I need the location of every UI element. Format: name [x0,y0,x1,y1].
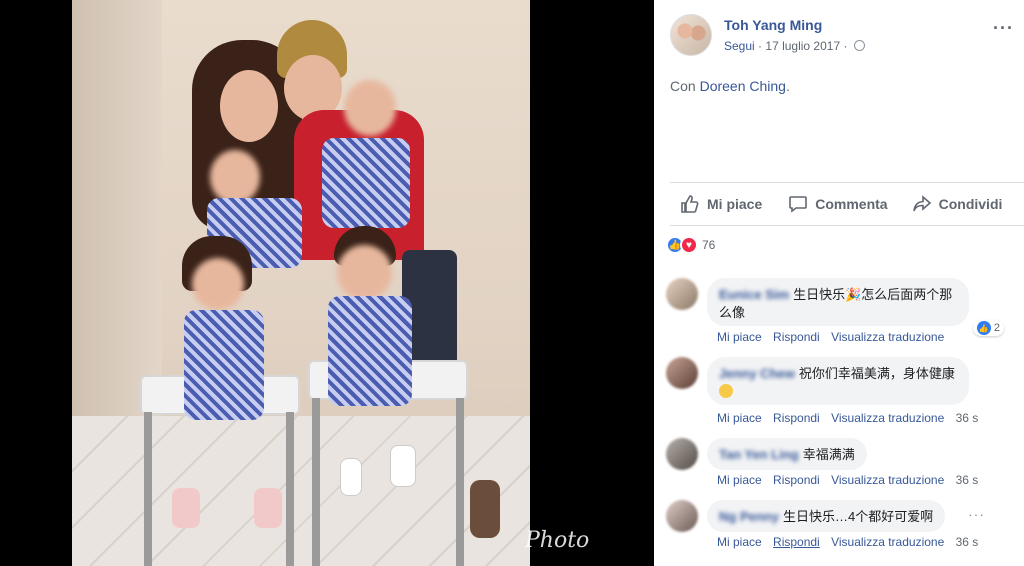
comment-like-link[interactable]: Mi piace [717,411,762,425]
post-photo[interactable] [72,0,530,566]
tagged-person-link[interactable]: Doreen Ching [700,78,786,94]
commenter-avatar[interactable] [666,278,698,310]
comment-item: Ng Penny 生日快乐…4个都好可爱啊 ··· Mi piace Rispon… [666,500,1016,560]
photo-watermark: Photo [525,528,590,553]
globe-icon [853,40,865,51]
comment-actions: Mi piace Rispondi Visualizza traduzione … [717,535,986,549]
comment-reply-link[interactable]: Rispondi [773,411,820,425]
comment-translate-link[interactable]: Visualizza traduzione [831,411,944,425]
comment-text: 祝你们幸福美满，身体健康 [798,366,955,381]
author-avatar[interactable] [670,14,712,56]
commenter-name[interactable]: Eunice Sim [719,287,789,302]
comment-item: Jenny Chew 祝你们幸福美满，身体健康 Mi piace Rispondi… [666,357,1016,429]
comment-label: Commenta [815,196,888,212]
comment-bubble: Tan Yen Ling 幸福满满 [707,438,867,470]
post-action-bar: Mi piace Commenta Condividi [670,182,1024,226]
caption-prefix: Con [670,78,696,94]
comment-button[interactable]: Commenta [788,194,888,214]
comment-bubble: Ng Penny 生日快乐…4个都好可爱啊 [707,500,946,532]
comment-like-link[interactable]: Mi piace [717,330,762,344]
commenter-avatar[interactable] [666,500,698,532]
comment-reply-link[interactable]: Rispondi [773,473,820,487]
commenter-avatar[interactable] [666,357,698,389]
comment-actions: Mi piace Rispondi Visualizza traduzione … [717,473,986,487]
comment-options-icon[interactable]: ··· [968,506,985,522]
post-date[interactable]: 17 luglio 2017 [765,39,840,53]
photo-viewer: Photo [0,0,654,566]
thumbs-up-icon [681,195,699,213]
commenter-name[interactable]: Jenny Chew [719,366,795,381]
post-meta: Segui · 17 luglio 2017 · [724,39,865,53]
post-header: Toh Yang Ming Segui · 17 luglio 2017 · ·… [670,12,1014,58]
comment-reply-link[interactable]: Rispondi [773,535,820,549]
commenter-name[interactable]: Tan Yen Ling [719,447,799,462]
comment-reply-link[interactable]: Rispondi [773,330,820,344]
comment-translate-link[interactable]: Visualizza traduzione [831,473,944,487]
reaction-summary[interactable]: 👍 ♥ 76 [666,236,715,254]
post-caption: Con Doreen Ching. [670,78,790,94]
comment-translate-link[interactable]: Visualizza traduzione [831,330,944,344]
comment-timestamp[interactable]: 36 s [956,535,979,549]
comment-bubble: Jenny Chew 祝你们幸福美满，身体健康 [707,357,969,405]
comment-item: Eunice Sim 生日快乐🎉怎么后面两个那么像 👍 2 Mi piace Ri… [666,278,1016,348]
comment-icon [789,196,808,213]
like-label: Mi piace [707,196,763,212]
author-name[interactable]: Toh Yang Ming [724,17,822,33]
comment-like-count: 2 [993,322,1000,334]
share-button[interactable]: Condividi [912,194,1003,214]
more-options-icon[interactable]: ··· [993,18,1014,39]
follow-link[interactable]: Segui [724,39,755,53]
comment-translate-link[interactable]: Visualizza traduzione [831,535,944,549]
comment-timestamp[interactable]: 36 s [956,473,979,487]
comment-reaction-badge[interactable]: 👍 2 [972,320,1004,336]
photo-theater: Photo Toh Yang Ming Segui · 17 luglio 20… [0,0,1024,566]
commenter-avatar[interactable] [666,438,698,470]
comment-item: Tan Yen Ling 幸福满满 Mi piace Rispondi Visua… [666,438,1016,490]
caption-suffix: . [785,78,790,94]
commenter-name[interactable]: Ng Penny [719,509,779,524]
share-label: Condividi [938,196,1003,212]
smiling-face-icon [719,384,733,398]
comment-like-link[interactable]: Mi piace [717,473,762,487]
comment-text: 生日快乐…4个都好可爱啊 [782,509,934,524]
comment-timestamp[interactable]: 36 s [956,411,979,425]
post-side-panel: Toh Yang Ming Segui · 17 luglio 2017 · ·… [654,0,1024,566]
love-reaction-icon: ♥ [680,236,698,254]
comment-bubble: Eunice Sim 生日快乐🎉怎么后面两个那么像 [707,278,969,326]
comment-like-link[interactable]: Mi piace [717,535,762,549]
like-reaction-icon: 👍 [976,321,991,335]
comment-text: 幸福满满 [802,447,855,462]
comment-actions: Mi piace Rispondi Visualizza traduzione [717,330,952,344]
like-button[interactable]: Mi piace [680,194,762,214]
comment-actions: Mi piace Rispondi Visualizza traduzione … [717,411,986,425]
share-icon [912,195,931,212]
reaction-count: 76 [702,238,716,252]
